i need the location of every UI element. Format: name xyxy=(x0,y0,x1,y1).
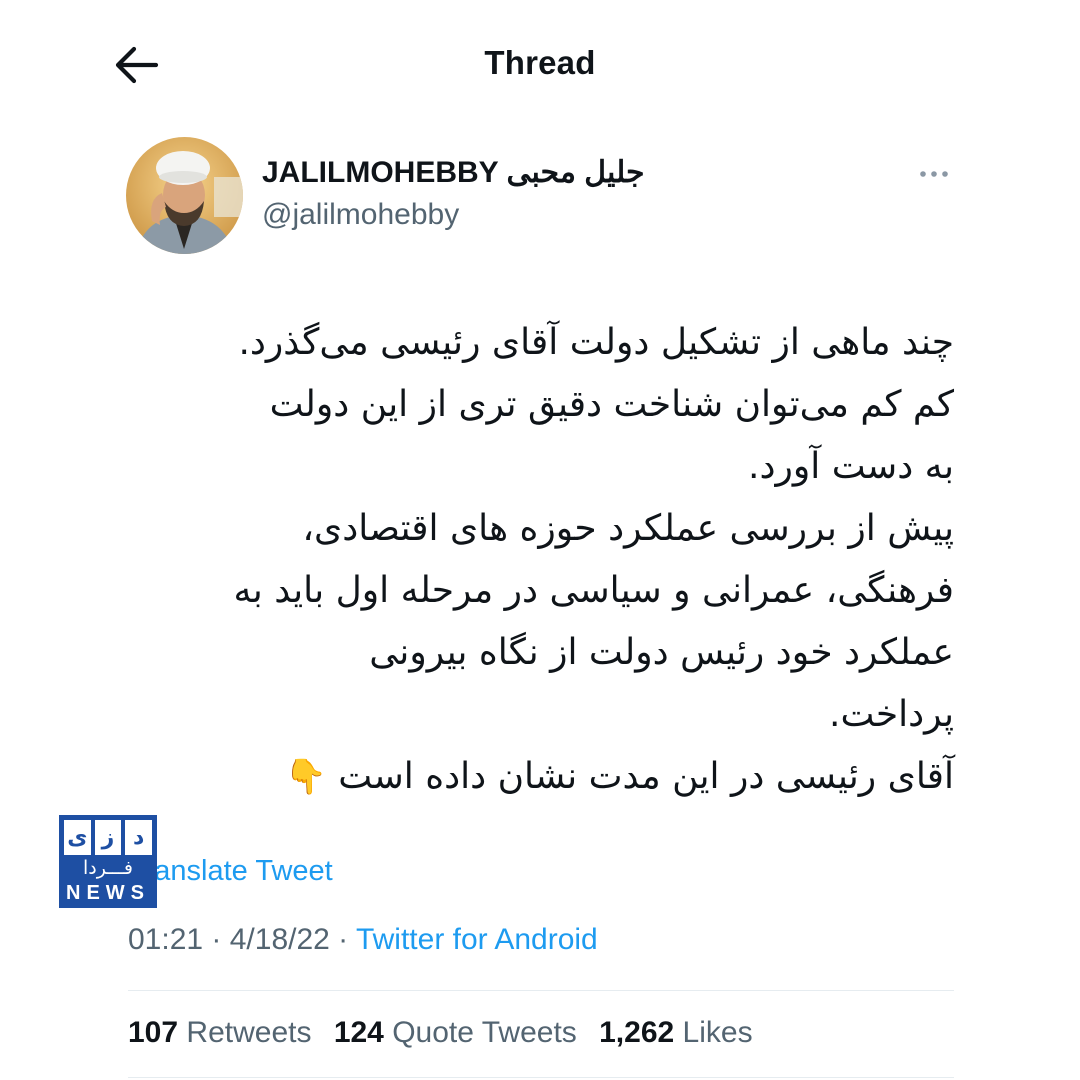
news-watermark-logo: ی ز د فـــردا NEWS xyxy=(59,815,157,908)
retweets-stat[interactable]: 107 Retweets xyxy=(128,1016,311,1050)
tweet-text: چند ماهی از تشکیل دولت آقای رئیسی می‌گذر… xyxy=(120,312,954,808)
divider xyxy=(128,990,954,991)
avatar-image xyxy=(126,137,243,254)
tweet-line: کم کم می‌توان شناخت دقیق تری از این دولت xyxy=(269,384,954,425)
tweet-line: آقای رئیسی در این مدت نشان داده است 👇 xyxy=(120,746,954,808)
tweet-date[interactable]: 4/18/22 xyxy=(230,923,330,956)
tweet-line: پیش از بررسی عملکرد حوزه های اقتصادی، xyxy=(302,508,954,549)
tweet-line: پرداخت. xyxy=(829,694,954,735)
tweet-line: عملکرد خود رئیس دولت از نگاه بیرونی xyxy=(369,632,954,673)
tweet-line-text: آقای رئیسی در این مدت نشان داده است xyxy=(338,756,954,797)
likes-count: 1,262 xyxy=(599,1016,675,1049)
tweet-source-link[interactable]: Twitter for Android xyxy=(356,923,598,956)
tweet-stats: 107 Retweets 124 Quote Tweets 1,262 Like… xyxy=(128,1016,767,1050)
page-title: Thread xyxy=(484,44,596,81)
quote-tweets-stat[interactable]: 124 Quote Tweets xyxy=(334,1016,577,1050)
quote-tweets-label: Quote Tweets xyxy=(392,1016,577,1049)
watermark-letter: د xyxy=(125,820,153,855)
top-bar: Thread xyxy=(0,0,1080,130)
retweets-label: Retweets xyxy=(186,1016,312,1049)
tweet-time: 01:21 xyxy=(128,923,204,956)
tweet-line: چند ماهی از تشکیل دولت آقای رئیسی می‌گذر… xyxy=(238,322,954,363)
quote-tweets-count: 124 xyxy=(333,1016,384,1049)
tweet-line: به دست آورد. xyxy=(748,446,954,487)
author-display-name[interactable]: JALILMOHEBBY جلیل محبی xyxy=(262,155,645,190)
likes-stat[interactable]: 1,262 Likes xyxy=(599,1016,752,1050)
more-horizontal-icon xyxy=(920,171,948,177)
watermark-letters: ی ز د xyxy=(64,820,153,855)
author-handle[interactable]: @jalilmohebby xyxy=(262,198,459,232)
meta-separator: · xyxy=(329,923,356,956)
watermark-letter: ی xyxy=(64,820,91,855)
likes-label: Likes xyxy=(682,1016,753,1049)
watermark-word: NEWS xyxy=(66,882,150,904)
divider xyxy=(128,1077,954,1078)
retweets-count: 107 xyxy=(128,1016,179,1049)
tweet-line: فرهنگی، عمرانی و سیاسی در مرحله اول باید… xyxy=(233,570,954,611)
pointing-down-emoji-icon: 👇 xyxy=(284,757,327,797)
watermark-letter: ز xyxy=(94,820,122,855)
translate-tweet-link[interactable]: Translate Tweet xyxy=(128,855,333,888)
tweet-metadata: 01:21 · 4/18/22 · Twitter for Android xyxy=(128,923,598,957)
avatar[interactable] xyxy=(126,137,243,254)
watermark-subtitle: فـــردا xyxy=(82,857,133,879)
more-options-button[interactable] xyxy=(914,160,954,188)
meta-separator: · xyxy=(203,923,230,956)
